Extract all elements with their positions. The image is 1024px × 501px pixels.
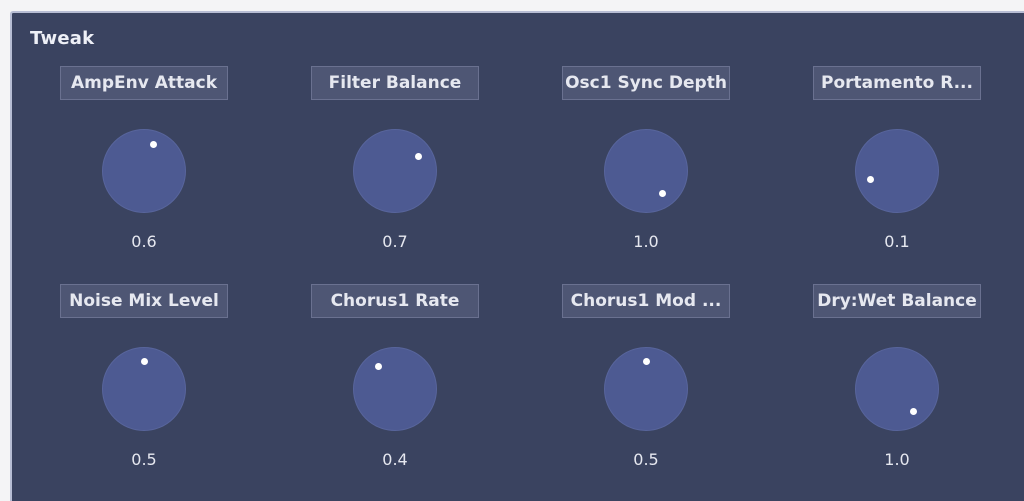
param-label: Filter Balance — [311, 66, 479, 100]
param-value: 0.7 — [382, 232, 408, 251]
knob-indicator-dot — [658, 190, 666, 198]
knob-indicator-dot — [866, 175, 874, 183]
knob-chorus1-mod[interactable] — [604, 347, 688, 431]
knob-chorus1-rate[interactable] — [353, 347, 437, 431]
param-label: Chorus1 Rate — [311, 284, 479, 318]
param-value: 0.6 — [131, 232, 157, 251]
param-label: Dry:Wet Balance — [813, 284, 981, 318]
knob-portamento[interactable] — [855, 129, 939, 213]
param-label: Noise Mix Level — [60, 284, 228, 318]
knob-osc1-sync-depth[interactable] — [604, 129, 688, 213]
tweak-panel: Tweak AmpEnv Attack 0.6 Filter Balance 0… — [10, 11, 1024, 501]
param-label: Chorus1 Mod ... — [562, 284, 730, 318]
param-value: 1.0 — [633, 232, 659, 251]
knob-indicator-dot — [909, 408, 917, 416]
knob-indicator-dot — [415, 152, 423, 160]
param-label: Osc1 Sync Depth — [562, 66, 730, 100]
knob-dry-wet-balance[interactable] — [855, 347, 939, 431]
knob-indicator-dot — [642, 357, 650, 365]
knob-indicator-dot — [375, 362, 383, 370]
param-value: 0.4 — [382, 450, 408, 469]
knob-noise-mix-level[interactable] — [102, 347, 186, 431]
param-label: AmpEnv Attack — [60, 66, 228, 100]
knob-indicator-dot — [140, 357, 148, 365]
param-value: 0.5 — [131, 450, 157, 469]
param-value: 1.0 — [884, 450, 910, 469]
param-label: Portamento R... — [813, 66, 981, 100]
panel-title: Tweak — [30, 28, 95, 49]
knob-amp-env-attack[interactable] — [102, 129, 186, 213]
param-value: 0.1 — [884, 232, 910, 251]
knob-filter-balance[interactable] — [353, 129, 437, 213]
knob-indicator-dot — [150, 141, 158, 149]
param-value: 0.5 — [633, 450, 659, 469]
